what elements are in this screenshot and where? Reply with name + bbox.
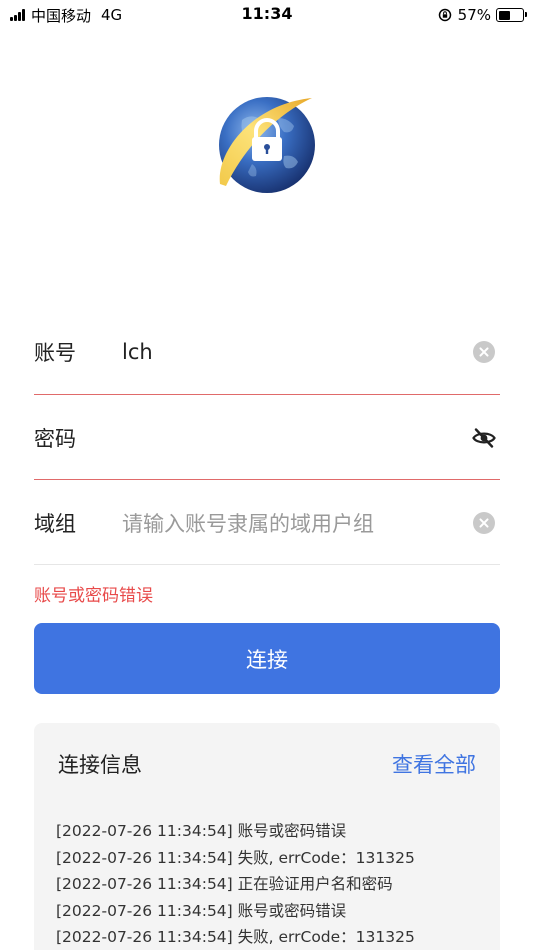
password-underline bbox=[34, 479, 500, 480]
log-entry: [2022-07-26 11:34:54] 正在验证用户名和密码 bbox=[56, 875, 393, 893]
domain-group-clear-button[interactable] bbox=[472, 511, 496, 535]
log-entry: [2022-07-26 11:34:54] 失败, errCode：131325 bbox=[56, 848, 415, 867]
status-bar-right: 57% bbox=[438, 5, 527, 25]
password-label: 密码 bbox=[34, 427, 76, 451]
password-field[interactable]: 密码 bbox=[34, 408, 500, 468]
battery-icon bbox=[496, 8, 527, 22]
domain-group-input[interactable]: 请输入账号隶属的域用户组 bbox=[122, 508, 472, 538]
clear-icon bbox=[473, 341, 495, 363]
connection-log-list: [2022-07-26 11:34:54] 账号或密码错误 [2022-07-2… bbox=[56, 818, 490, 950]
connection-info-title: 连接信息 bbox=[58, 753, 142, 777]
error-message: 账号或密码错误 bbox=[34, 586, 153, 606]
log-entry: [2022-07-26 11:34:54] 账号或密码错误 bbox=[56, 822, 347, 840]
connection-info-panel: 连接信息 查看全部 [2022-07-26 11:34:54] 账号或密码错误 … bbox=[34, 723, 500, 950]
vpn-login-screen: 中国移动 4G 11:34 57% 账号 lch 密码 域组 请输入账号隶属的域… bbox=[0, 0, 534, 950]
account-label: 账号 bbox=[34, 341, 76, 365]
eye-off-icon bbox=[472, 428, 496, 448]
password-visibility-toggle[interactable] bbox=[472, 426, 496, 450]
log-entry: [2022-07-26 11:34:54] 账号或密码错误 bbox=[56, 901, 347, 920]
rotation-lock-icon bbox=[438, 8, 451, 22]
log-entry: [2022-07-26 11:34:54] 失败, errCode：131325 bbox=[56, 928, 415, 946]
account-clear-button[interactable] bbox=[472, 340, 496, 364]
account-underline bbox=[34, 394, 500, 395]
account-field[interactable]: 账号 lch bbox=[34, 322, 500, 382]
battery-percentage: 57% bbox=[457, 6, 491, 24]
connect-button[interactable]: 连接 bbox=[34, 623, 500, 694]
clear-icon bbox=[473, 512, 495, 534]
domain-group-underline bbox=[34, 564, 500, 565]
account-input[interactable]: lch bbox=[122, 340, 472, 364]
status-bar: 中国移动 4G 11:34 57% bbox=[0, 0, 534, 30]
domain-group-field[interactable]: 域组 请输入账号隶属的域用户组 bbox=[34, 493, 500, 553]
domain-group-label: 域组 bbox=[34, 512, 76, 536]
app-logo-globe-lock-icon bbox=[219, 97, 315, 193]
view-all-link[interactable]: 查看全部 bbox=[392, 749, 476, 779]
